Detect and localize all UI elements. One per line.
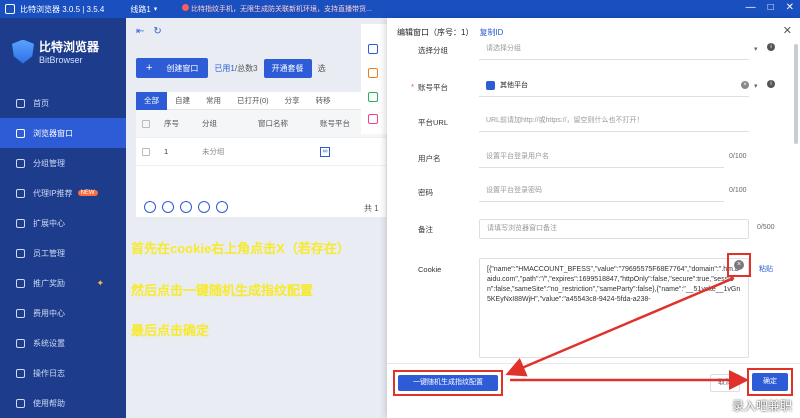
watermark: 录入吧兼职: [731, 399, 792, 413]
arrow-to-fingerprint: [505, 276, 735, 377]
annotation-arrows: [505, 276, 749, 390]
